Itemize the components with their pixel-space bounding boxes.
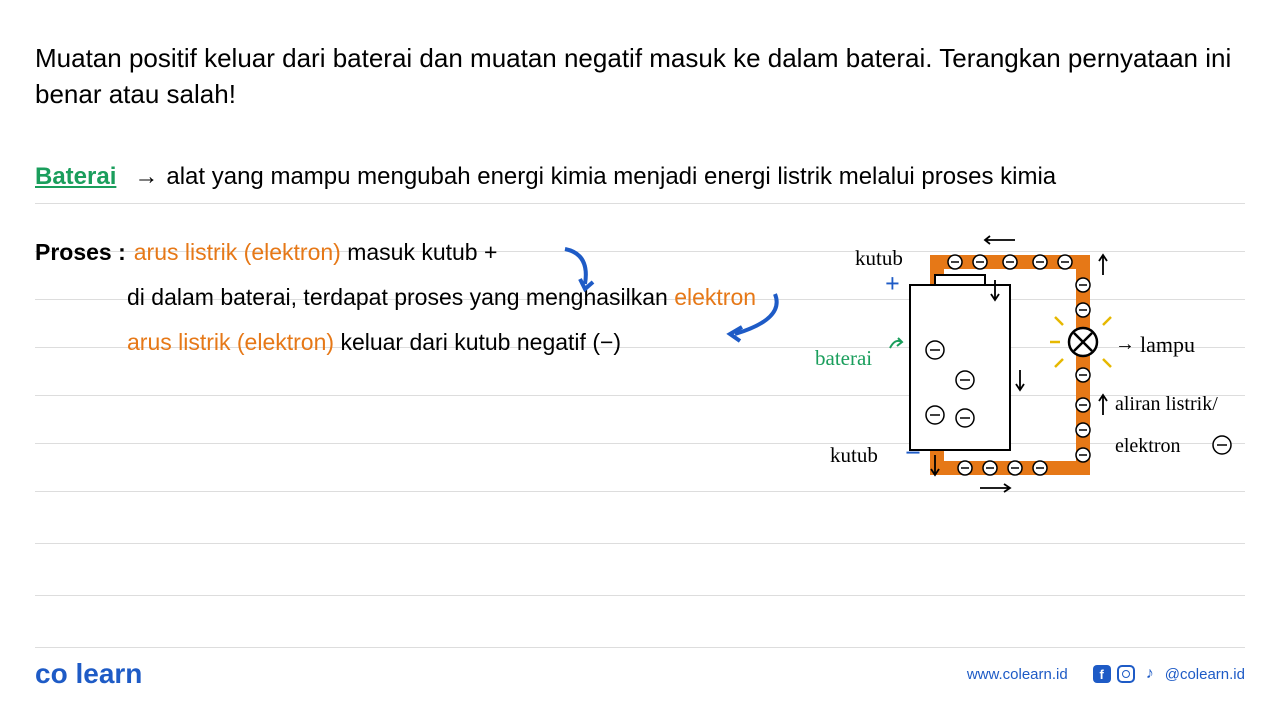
footer: co learn www.colearn.id f ♪ @colearn.id	[0, 658, 1280, 690]
lampu-label: lampu	[1140, 332, 1195, 357]
kutub-minus-label: kutub	[830, 443, 878, 467]
svg-text:→: →	[1115, 333, 1135, 355]
aliran-label: aliran listrik/	[1115, 393, 1218, 415]
logo-co: co	[35, 658, 68, 689]
curved-arrow-2	[720, 289, 790, 349]
definition-line: Baterai → alat yang mampu mengubah energ…	[35, 163, 1245, 191]
plus-sign: +	[885, 269, 900, 298]
arrow-icon: →	[134, 163, 158, 191]
term-baterai: Baterai	[35, 163, 116, 191]
proses-line1-orange: arus listrik (elektron)	[134, 239, 341, 266]
circuit-diagram: kutub + baterai kutub − → lampu aliran l…	[810, 230, 1250, 510]
social-icons: f ♪ @colearn.id	[1093, 665, 1245, 683]
elektron-label: elektron	[1115, 435, 1181, 457]
facebook-icon: f	[1093, 665, 1111, 683]
kutub-plus-label: kutub	[855, 246, 903, 270]
instagram-icon	[1117, 665, 1135, 683]
proses-line3-orange: arus listrik (elektron)	[127, 329, 334, 356]
minus-sign: −	[905, 438, 921, 469]
baterai-label: baterai	[815, 346, 872, 370]
logo-learn: learn	[75, 658, 142, 689]
question-text: Muatan positif keluar dari baterai dan m…	[35, 40, 1245, 113]
proses-line3-black: keluar dari kutub negatif (−)	[340, 329, 621, 356]
social-handle: @colearn.id	[1165, 666, 1245, 683]
proses-label: Proses :	[35, 239, 126, 266]
proses-line1-black: masuk kutub +	[347, 239, 497, 266]
definition-text: alat yang mampu mengubah energi kimia me…	[166, 163, 1056, 191]
tiktok-icon: ♪	[1141, 665, 1159, 683]
curved-arrow-1	[555, 244, 605, 299]
logo: co learn	[35, 658, 142, 690]
website-url: www.colearn.id	[967, 666, 1068, 683]
